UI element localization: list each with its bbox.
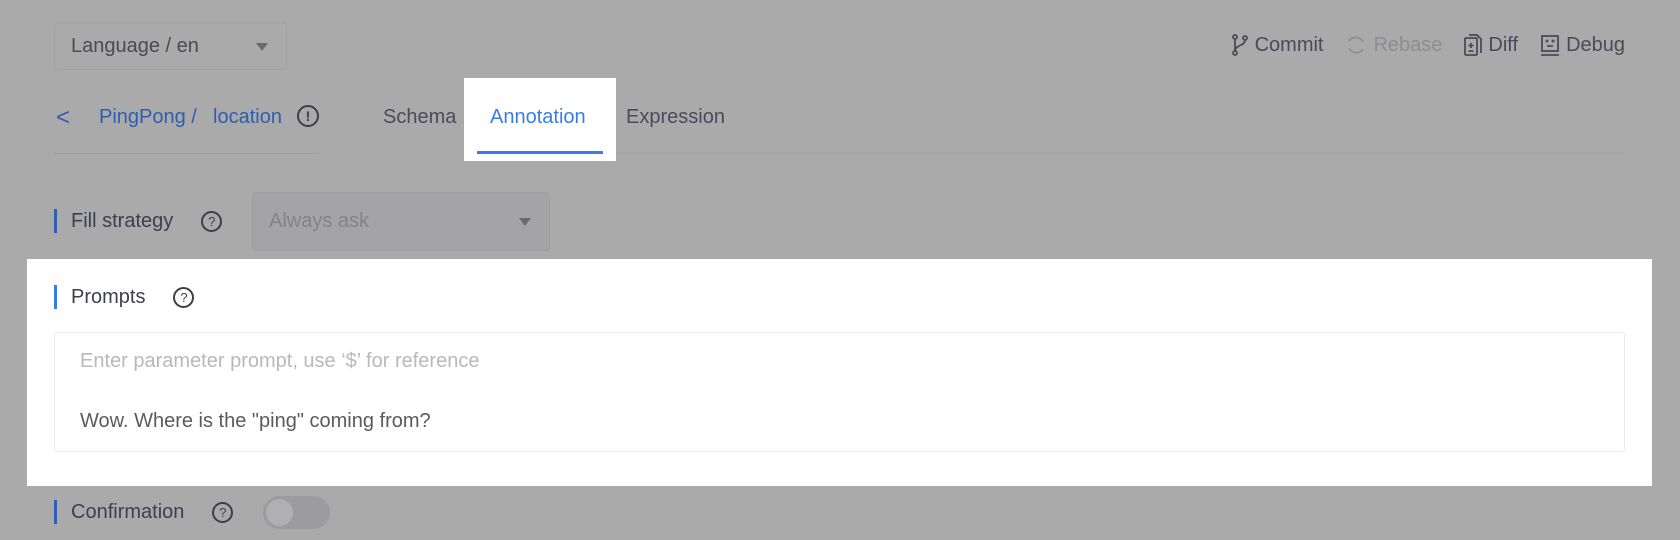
chevron-down-icon: [519, 218, 531, 226]
tab-expression[interactable]: Expression: [626, 106, 725, 129]
breadcrumb-parent[interactable]: PingPong /: [99, 106, 197, 129]
prompts-text: Prompts: [71, 285, 146, 308]
language-select-value: Language / en: [71, 34, 199, 57]
confirmation-toggle[interactable]: [263, 496, 330, 529]
help-icon[interactable]: ?: [201, 210, 223, 232]
back-chevron-icon[interactable]: <: [56, 104, 70, 132]
debug-face-icon: [1541, 35, 1560, 56]
help-icon[interactable]: ?: [173, 286, 195, 308]
rebase-button[interactable]: Rebase: [1345, 34, 1442, 57]
section-marker: [54, 285, 57, 309]
prompts-placeholder: Enter parameter prompt, use ‘$’ for refe…: [80, 350, 480, 372]
fill-strategy-value: Always ask: [269, 210, 370, 232]
fill-strategy-select[interactable]: Always ask: [252, 192, 550, 251]
diff-button[interactable]: Diff: [1464, 34, 1518, 57]
fill-strategy-text: Fill strategy: [71, 209, 174, 232]
debug-button[interactable]: Debug: [1540, 34, 1625, 57]
toggle-knob: [266, 499, 293, 526]
prompts-value: Wow. Where is the "ping" coming from?: [80, 410, 431, 432]
section-marker: [54, 209, 57, 233]
confirmation-text: Confirmation: [71, 500, 185, 523]
fill-strategy-label: Fill strategy?: [54, 209, 223, 233]
diff-label: Diff: [1488, 33, 1519, 56]
chevron-down-icon: [256, 43, 268, 51]
info-exclamation-icon[interactable]: !: [297, 105, 319, 127]
active-tab-indicator: [477, 151, 603, 154]
diff-file-icon: [1464, 34, 1483, 56]
toolbar: Commit Rebase Diff Debug: [1231, 30, 1625, 60]
breadcrumb-current: location: [213, 106, 282, 128]
branch-icon: [1231, 34, 1248, 56]
tab-annotation[interactable]: Annotation: [490, 106, 586, 129]
refresh-icon: [1348, 36, 1365, 54]
confirmation-label: Confirmation?: [54, 500, 234, 524]
help-icon[interactable]: ?: [212, 501, 234, 523]
tab-schema[interactable]: Schema: [383, 106, 456, 129]
language-select[interactable]: Language / en: [54, 22, 287, 70]
divider: [54, 153, 316, 154]
section-marker: [54, 500, 57, 524]
commit-label: Commit: [1254, 33, 1324, 56]
divider: [616, 153, 1626, 154]
prompts-label: Prompts?: [54, 285, 195, 309]
commit-button[interactable]: Commit: [1231, 33, 1324, 57]
rebase-label: Rebase: [1373, 33, 1443, 56]
debug-label: Debug: [1566, 33, 1625, 56]
